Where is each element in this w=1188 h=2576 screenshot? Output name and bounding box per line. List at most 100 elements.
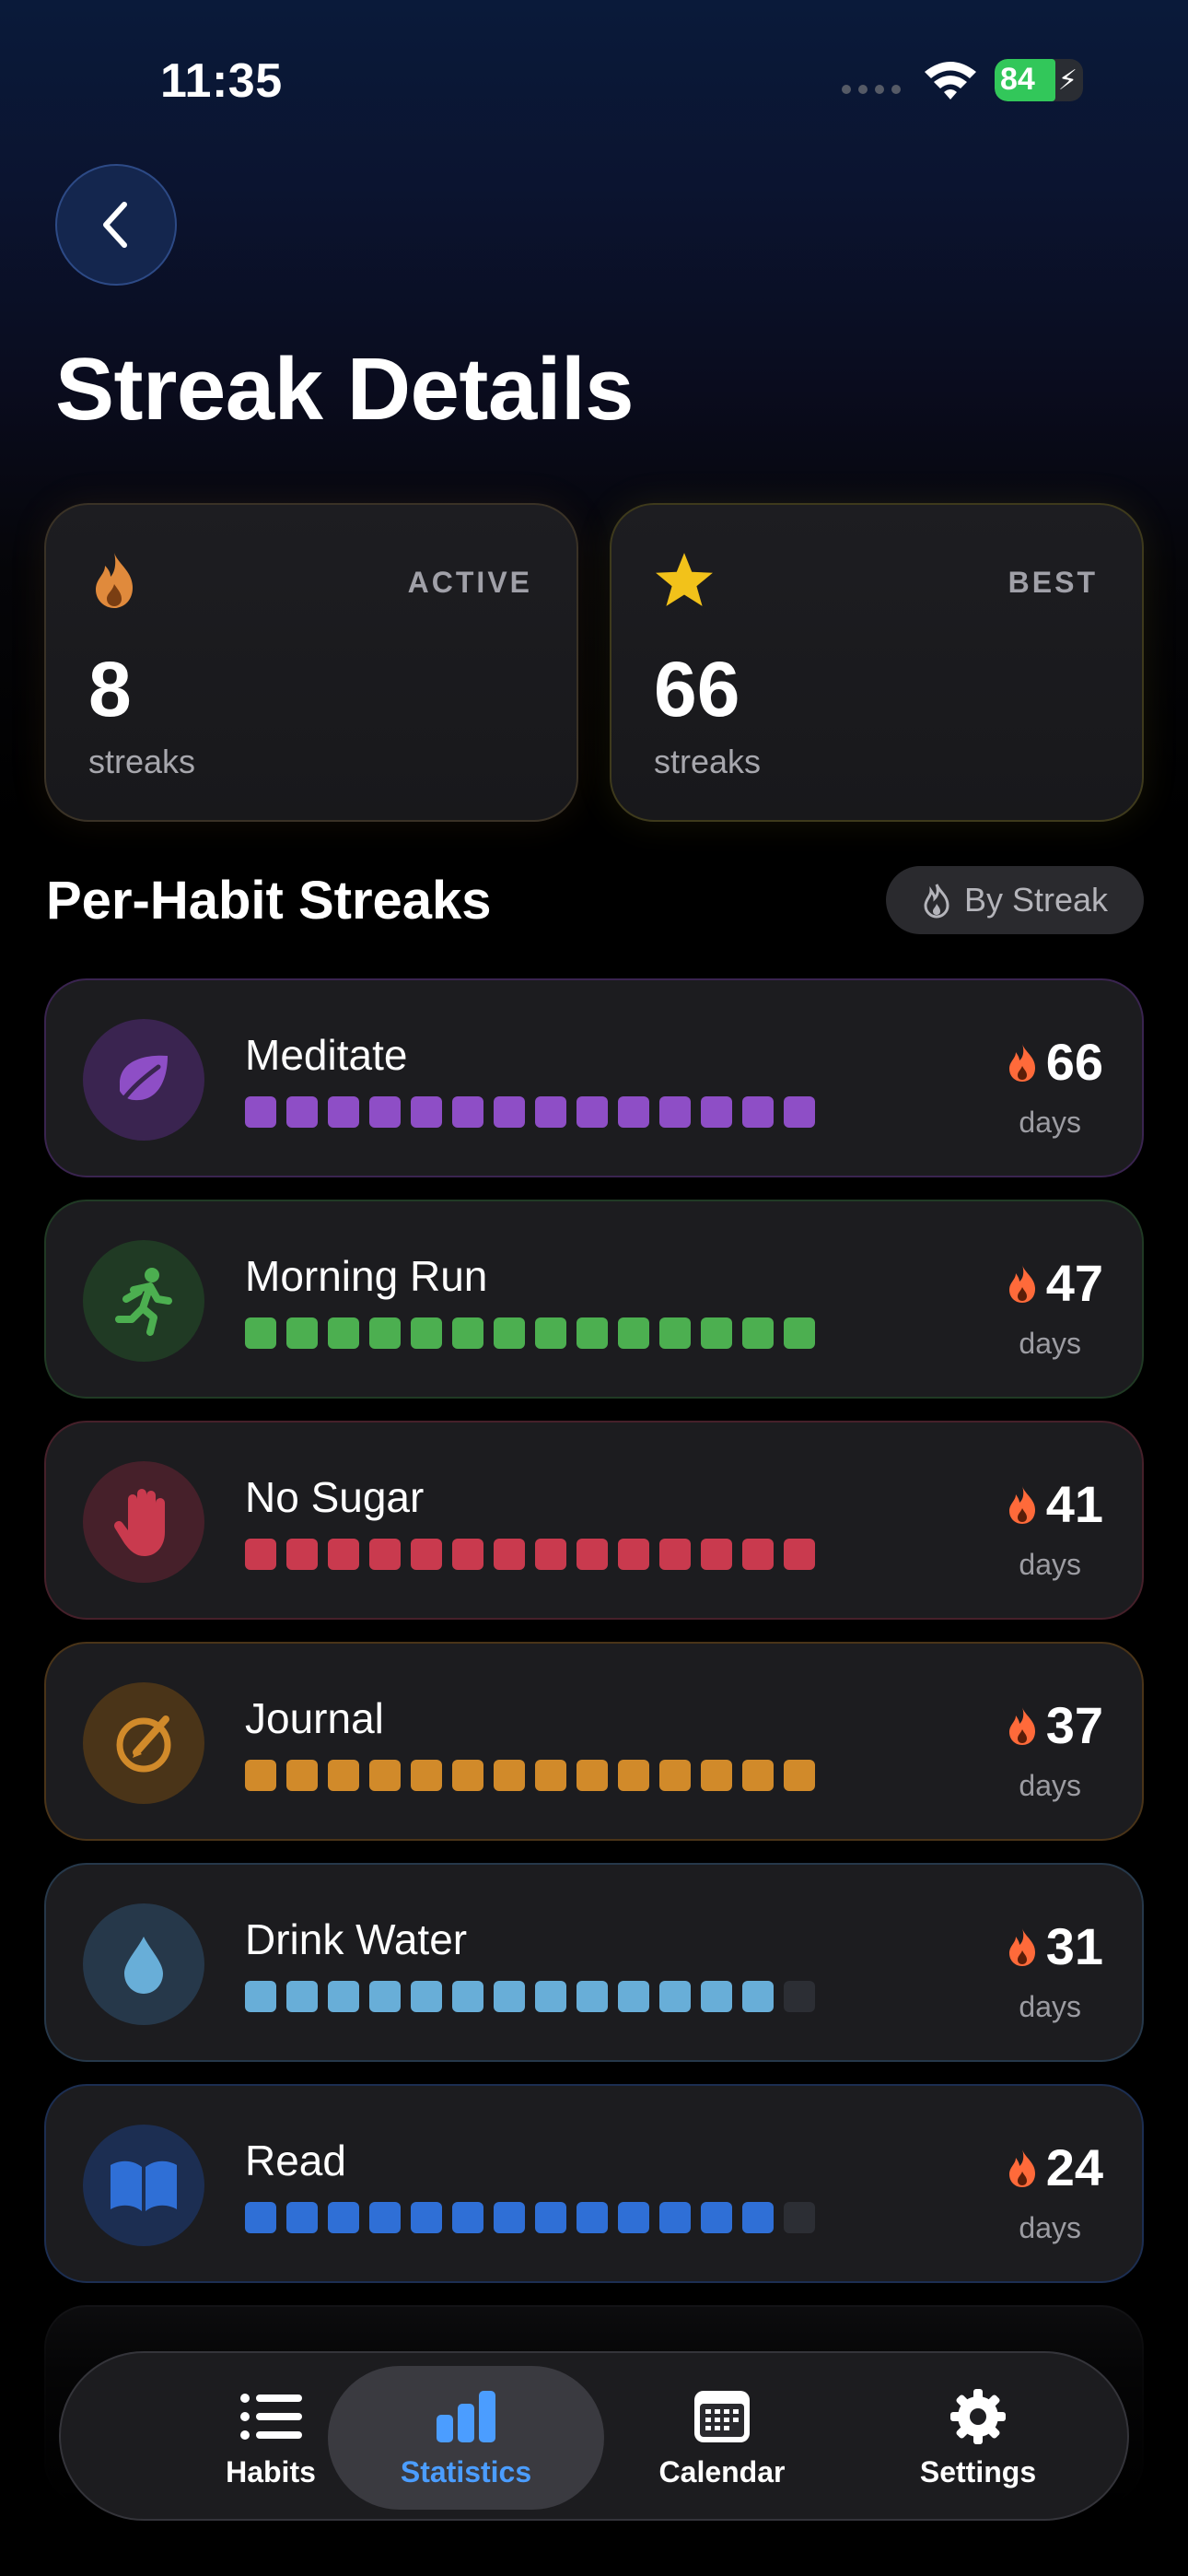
tab-label: Habits bbox=[226, 2454, 316, 2488]
streak-value: 37 bbox=[1045, 1696, 1103, 1754]
habit-row-morning-run[interactable]: Morning Run 47 days bbox=[44, 1200, 1144, 1399]
flame-icon bbox=[1008, 1043, 1035, 1082]
habit-row-journal[interactable]: Journal 37 days bbox=[44, 1642, 1144, 1841]
tab-label: Settings bbox=[919, 2454, 1037, 2488]
habit-name: Drink Water bbox=[245, 1915, 468, 1963]
streak-day-dot bbox=[659, 1317, 691, 1349]
streak-count: 24 bbox=[1006, 2137, 1103, 2197]
streak-day-dot bbox=[742, 1539, 774, 1570]
streak-day-dot bbox=[618, 1981, 649, 2012]
streak-count: 31 bbox=[1006, 1916, 1103, 1976]
habit-row-drink-water[interactable]: Drink Water 31 days bbox=[44, 1863, 1144, 2062]
streak-day-dot bbox=[618, 1096, 649, 1128]
wifi-icon bbox=[925, 62, 976, 100]
section-title: Per-Habit Streaks bbox=[46, 871, 492, 931]
sort-label: By Streak bbox=[963, 881, 1109, 919]
streak-day-dot bbox=[411, 2202, 442, 2233]
streak-day-dot bbox=[452, 1539, 483, 1570]
status-time: 11:35 bbox=[160, 54, 283, 108]
tab-bar: Habits Statistics Calendar Settings bbox=[59, 2351, 1129, 2521]
streak-day-dot bbox=[452, 1760, 483, 1791]
leaf-icon bbox=[83, 1019, 204, 1141]
pencil-circle-icon bbox=[83, 1682, 204, 1804]
streak-day-dot bbox=[369, 2202, 401, 2233]
streak-day-dot bbox=[494, 1539, 525, 1570]
streak-value: 66 bbox=[1045, 1033, 1103, 1091]
streak-day-dot bbox=[286, 1539, 318, 1570]
best-streak-card: BEST 66 streaks bbox=[610, 503, 1144, 822]
streak-day-dot bbox=[411, 1539, 442, 1570]
streak-day-dot bbox=[659, 1096, 691, 1128]
streak-details-screen: 11:35 84 ⚡ Streak Details ACTIVE 8 strea… bbox=[0, 0, 1188, 2576]
streak-unit: days bbox=[1019, 2211, 1081, 2244]
best-unit: streaks bbox=[654, 743, 762, 780]
streak-day-dot bbox=[659, 2202, 691, 2233]
streak-day-dot bbox=[535, 1981, 566, 2012]
back-button[interactable] bbox=[55, 164, 177, 286]
page-title: Streak Details bbox=[55, 340, 635, 439]
streak-day-dot bbox=[659, 1539, 691, 1570]
streak-unit: days bbox=[1019, 1327, 1081, 1360]
streak-day-dot bbox=[784, 2202, 815, 2233]
streak-day-dot bbox=[701, 1760, 732, 1791]
streak-day-dot bbox=[286, 2202, 318, 2233]
streak-day-dot bbox=[452, 1317, 483, 1349]
streak-day-dot bbox=[369, 1760, 401, 1791]
streak-dots bbox=[245, 2202, 815, 2233]
streak-day-dot bbox=[577, 1096, 608, 1128]
streak-day-dot bbox=[286, 1317, 318, 1349]
streak-day-dot bbox=[369, 1981, 401, 2012]
streak-day-dot bbox=[535, 1096, 566, 1128]
streak-day-dot bbox=[328, 1539, 359, 1570]
streak-day-dot bbox=[659, 1981, 691, 2012]
habit-row-meditate[interactable]: Meditate 66 days bbox=[44, 978, 1144, 1177]
flame-icon bbox=[1008, 1706, 1035, 1745]
streak-day-dot bbox=[411, 1760, 442, 1791]
tab-calendar[interactable]: Calendar bbox=[584, 2366, 860, 2510]
tab-label: Statistics bbox=[400, 2454, 532, 2488]
streak-day-dot bbox=[245, 1317, 276, 1349]
active-streaks-card: ACTIVE 8 streaks bbox=[44, 503, 578, 822]
best-label: BEST bbox=[1007, 566, 1098, 599]
streak-day-dot bbox=[328, 1760, 359, 1791]
runner-icon bbox=[83, 1240, 204, 1362]
flame-icon bbox=[1008, 1264, 1035, 1303]
streak-day-dot bbox=[742, 1981, 774, 2012]
streak-day-dot bbox=[701, 1096, 732, 1128]
streak-day-dot bbox=[245, 1539, 276, 1570]
streak-day-dot bbox=[245, 2202, 276, 2233]
best-value: 66 bbox=[654, 646, 740, 732]
streak-day-dot bbox=[411, 1096, 442, 1128]
streak-value: 31 bbox=[1045, 1917, 1103, 1975]
streak-day-dot bbox=[452, 1981, 483, 2012]
streak-dots bbox=[245, 1981, 815, 2012]
streak-day-dot bbox=[452, 1096, 483, 1128]
streak-day-dot bbox=[328, 1096, 359, 1128]
water-drop-icon bbox=[83, 1903, 204, 2025]
flame-outline-icon bbox=[924, 884, 949, 919]
streak-day-dot bbox=[535, 2202, 566, 2233]
tab-settings[interactable]: Settings bbox=[840, 2366, 1116, 2510]
streak-day-dot bbox=[701, 1981, 732, 2012]
tab-statistics[interactable]: Statistics bbox=[328, 2366, 604, 2510]
chevron-left-icon bbox=[103, 202, 127, 248]
streak-day-dot bbox=[535, 1317, 566, 1349]
habit-row-read[interactable]: Read 24 days bbox=[44, 2084, 1144, 2283]
habit-name: Morning Run bbox=[245, 1252, 488, 1300]
streak-day-dot bbox=[577, 1317, 608, 1349]
streak-day-dot bbox=[411, 1317, 442, 1349]
streak-day-dot bbox=[618, 1760, 649, 1791]
streak-day-dot bbox=[618, 1317, 649, 1349]
streak-day-dot bbox=[618, 2202, 649, 2233]
bar-chart-icon bbox=[437, 2390, 495, 2442]
sort-by-streak-button[interactable]: By Streak bbox=[886, 866, 1144, 934]
streak-day-dot bbox=[286, 1760, 318, 1791]
streak-day-dot bbox=[701, 1539, 732, 1570]
streak-value: 47 bbox=[1045, 1254, 1103, 1312]
streak-unit: days bbox=[1019, 1990, 1081, 2023]
streak-day-dot bbox=[784, 1317, 815, 1349]
habit-row-no-sugar[interactable]: No Sugar 41 days bbox=[44, 1421, 1144, 1620]
active-unit: streaks bbox=[88, 743, 196, 780]
habit-name: Journal bbox=[245, 1694, 384, 1742]
streak-count: 47 bbox=[1006, 1253, 1103, 1313]
